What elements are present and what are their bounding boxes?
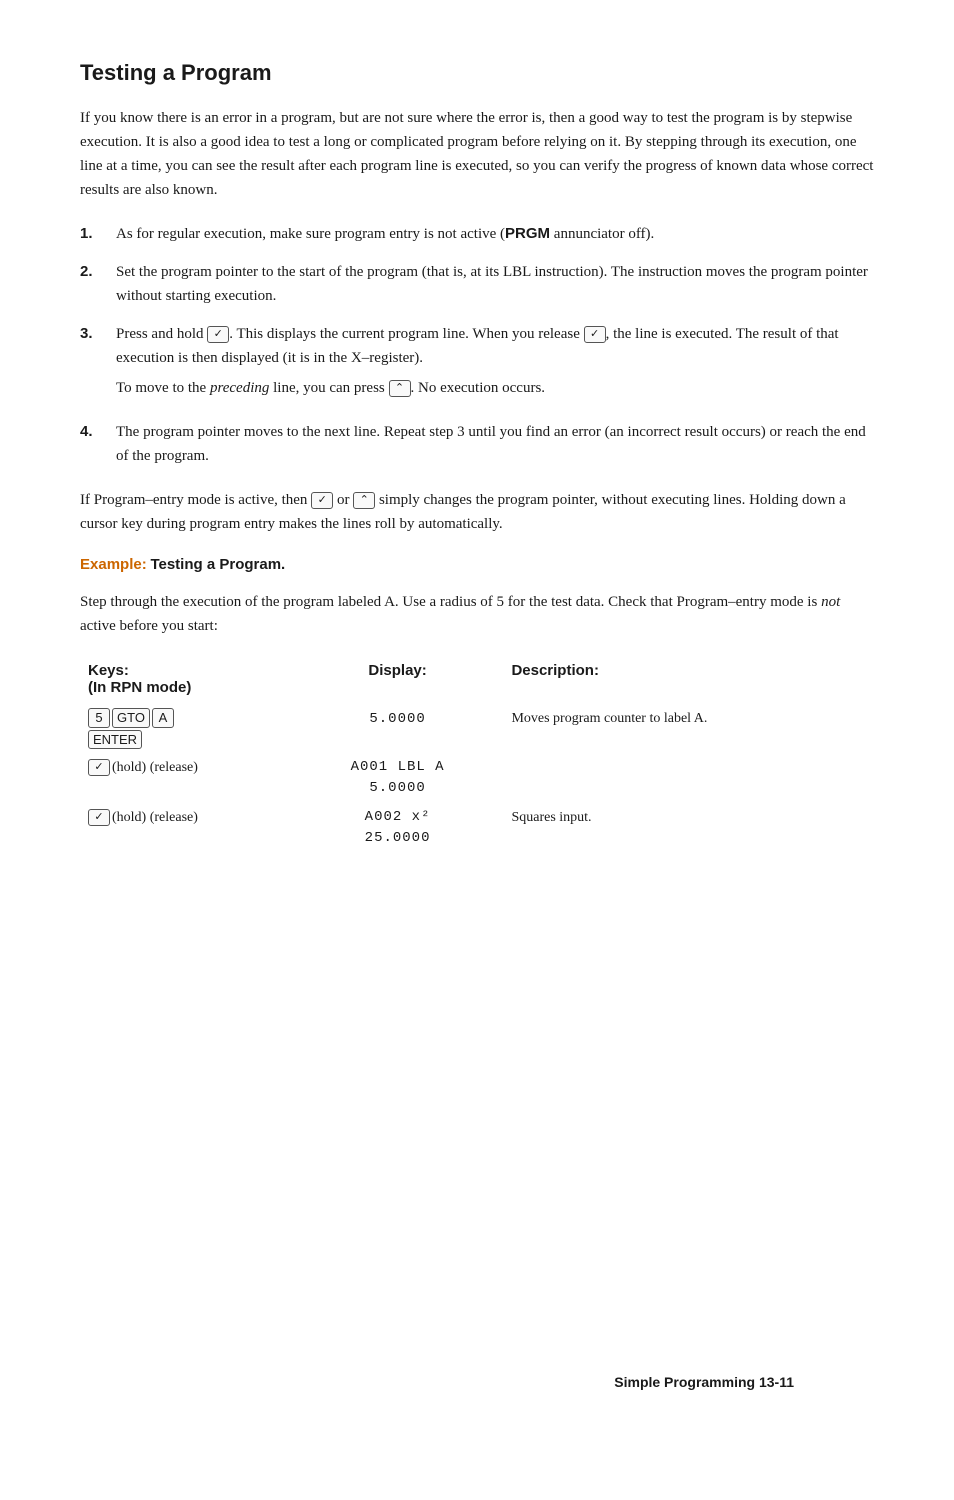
desc-text-1: Moves program counter to label A.	[511, 711, 707, 726]
table-row-1-keys: 5 GTO A ENTER	[80, 704, 292, 753]
step-2-num: 2.	[80, 260, 116, 284]
table-row-2-keys: ✓ (hold) (release)	[80, 753, 292, 803]
key-enter[interactable]: ENTER	[88, 730, 142, 750]
hold-release-label-2: (hold) (release)	[112, 757, 198, 778]
step-2: 2. Set the program pointer to the start …	[80, 260, 874, 308]
step-3: 3. Press and hold ✓. This displays the c…	[80, 322, 874, 406]
key-5[interactable]: 5	[88, 708, 110, 728]
step-4-content: The program pointer moves to the next li…	[116, 420, 874, 468]
mid-or: or	[337, 492, 353, 508]
display-value-1: 5.0000	[369, 711, 425, 727]
page-title: Testing a Program	[80, 60, 874, 86]
intro-paragraph: If you know there is an error in a progr…	[80, 106, 874, 202]
step-2-text: Set the program pointer to the start of …	[116, 264, 868, 304]
key-row-2: ✓ (hold) (release)	[88, 757, 284, 778]
col-header-desc: Description:	[503, 658, 874, 704]
example-header: Example: Testing a Program.	[80, 556, 874, 574]
display-value-2b: 5.0000	[300, 778, 496, 799]
key-down-2[interactable]: ✓	[584, 326, 606, 343]
key-down-row2[interactable]: ✓	[88, 759, 110, 776]
key-up-1[interactable]: ⌃	[389, 380, 411, 397]
step-data-after: active before you start:	[80, 618, 218, 634]
desc-text-3: Squares input.	[511, 810, 591, 825]
display-value-2a: A001 LBL A	[300, 757, 496, 778]
table-row-1-display: 5.0000	[292, 704, 504, 753]
mid-paragraph: If Program–entry mode is active, then ✓ …	[80, 488, 874, 536]
page-footer: Simple Programming 13-11	[614, 1374, 794, 1390]
step-3-num: 3.	[80, 322, 116, 346]
col-keys-line1: Keys:	[88, 662, 129, 679]
col-header-display: Display:	[292, 658, 504, 704]
page-content: Testing a Program If you know there is a…	[80, 60, 874, 1440]
display-value-3b: 25.0000	[300, 828, 496, 849]
step-3-italic: preceding	[210, 380, 269, 396]
step-4-num: 4.	[80, 420, 116, 444]
step-1-prgm-key: PRGM	[505, 225, 550, 242]
table-row-2-display: A001 LBL A 5.0000	[292, 753, 504, 803]
key-gto[interactable]: GTO	[112, 708, 150, 728]
step-1: 1. As for regular execution, make sure p…	[80, 222, 874, 246]
key-row-1a: 5 GTO A	[88, 708, 284, 728]
steps-list: 1. As for regular execution, make sure p…	[80, 222, 874, 468]
step-3-line1: Press and hold ✓. This displays the curr…	[116, 322, 874, 370]
table-row-3-desc: Squares input.	[503, 803, 874, 853]
mid-text-before: If Program–entry mode is active, then	[80, 492, 307, 508]
table-row-3: ✓ (hold) (release) A002 x² 25.0000 Squar…	[80, 803, 874, 853]
step-data-before: Step through the execution of the progra…	[80, 594, 817, 610]
col-keys-line2: (In RPN mode)	[88, 679, 191, 696]
key-down-1[interactable]: ✓	[207, 326, 229, 343]
hold-release-label-3: (hold) (release)	[112, 807, 198, 828]
table-row-3-display: A002 x² 25.0000	[292, 803, 504, 853]
table-row-1: 5 GTO A ENTER 5.0000 Moves program count…	[80, 704, 874, 753]
key-group-row1: 5 GTO A ENTER	[88, 708, 284, 749]
step-1-text-after: annunciator off).	[550, 226, 654, 242]
key-up-mid[interactable]: ⌃	[353, 492, 375, 509]
program-table: Keys: (In RPN mode) Display: Description…	[80, 658, 874, 853]
key-row-3: ✓ (hold) (release)	[88, 807, 284, 828]
key-row-1b: ENTER	[88, 730, 284, 750]
step-data-paragraph: Step through the execution of the progra…	[80, 590, 874, 638]
key-a[interactable]: A	[152, 708, 174, 728]
col-header-keys: Keys: (In RPN mode)	[80, 658, 292, 704]
table-row-3-keys: ✓ (hold) (release)	[80, 803, 292, 853]
table-header-row: Keys: (In RPN mode) Display: Description…	[80, 658, 874, 704]
step-2-content: Set the program pointer to the start of …	[116, 260, 874, 308]
step-1-text-before: As for regular execution, make sure prog…	[116, 226, 505, 242]
display-value-3a: A002 x²	[300, 807, 496, 828]
example-label: Example:	[80, 556, 147, 573]
table-row-2: ✓ (hold) (release) A001 LBL A 5.0000	[80, 753, 874, 803]
step-4-text: The program pointer moves to the next li…	[116, 424, 866, 464]
step-3-content: Press and hold ✓. This displays the curr…	[116, 322, 874, 406]
example-title: Testing a Program.	[150, 556, 285, 573]
table-row-2-desc	[503, 753, 874, 803]
step-4: 4. The program pointer moves to the next…	[80, 420, 874, 468]
table-row-1-desc: Moves program counter to label A.	[503, 704, 874, 753]
key-down-mid[interactable]: ✓	[311, 492, 333, 509]
step-data-italic: not	[821, 594, 840, 610]
step-3-line2: To move to the preceding line, you can p…	[116, 376, 874, 400]
key-down-row3[interactable]: ✓	[88, 809, 110, 826]
step-1-num: 1.	[80, 222, 116, 246]
step-1-content: As for regular execution, make sure prog…	[116, 222, 874, 246]
